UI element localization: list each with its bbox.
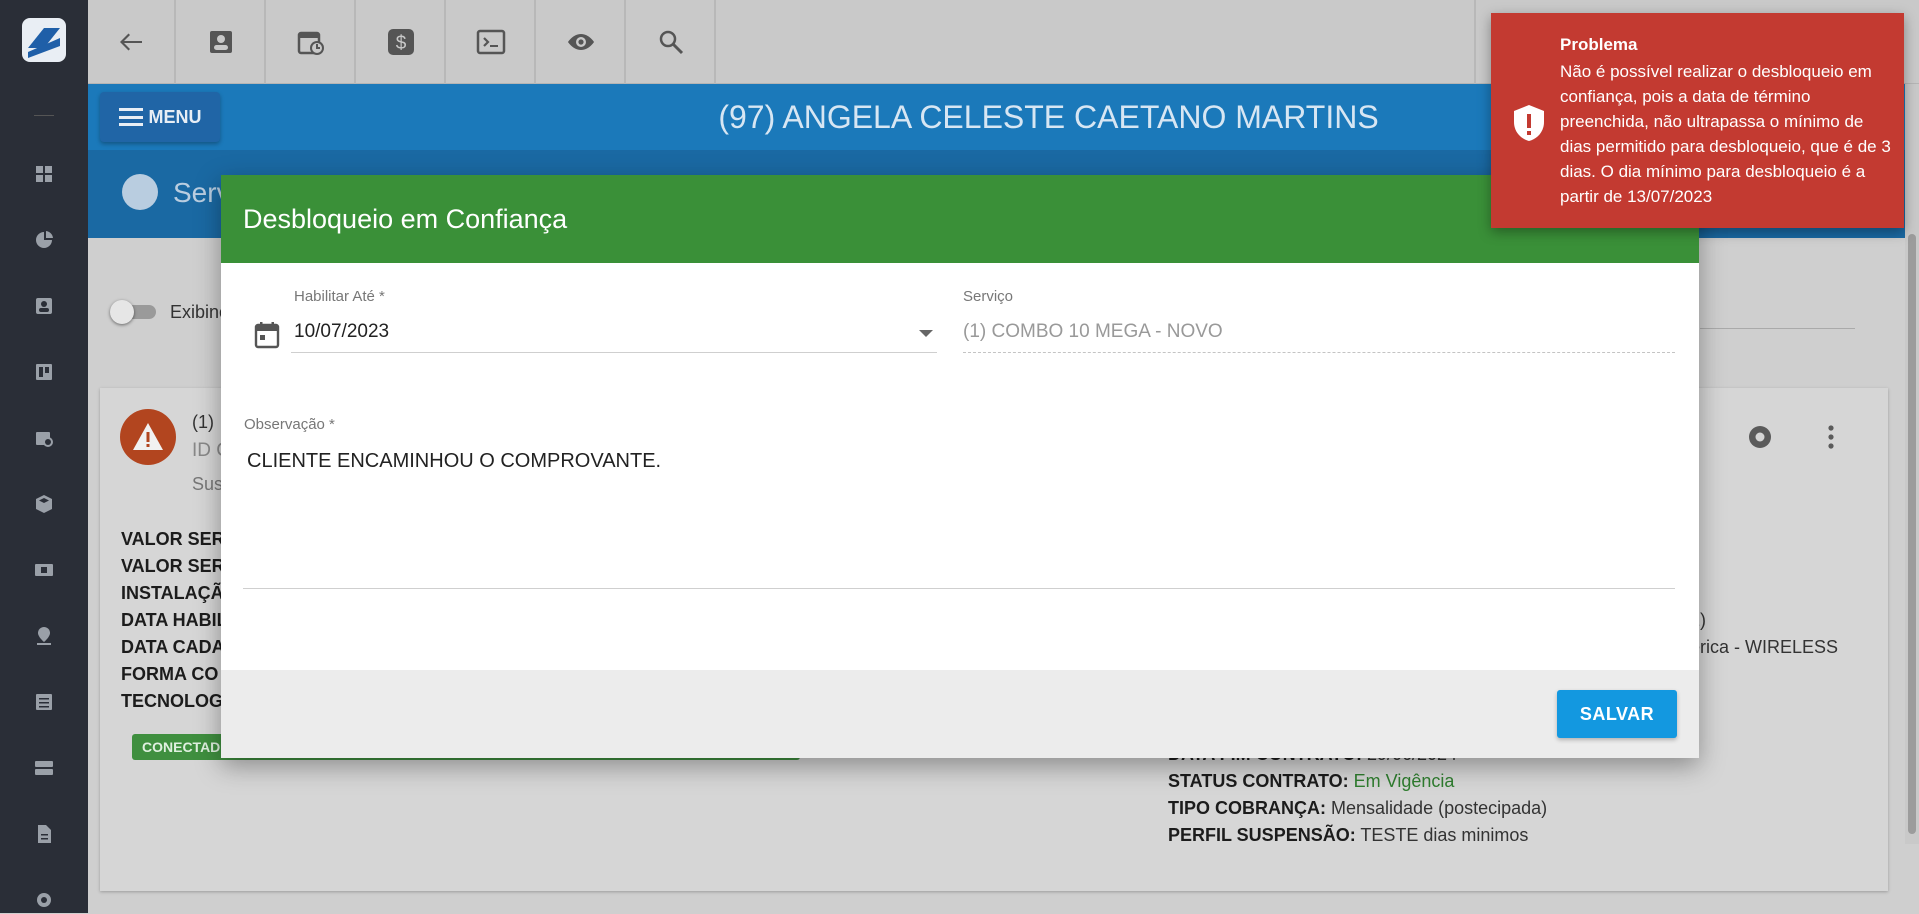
detail-label: PERFIL SUSPENSÃO:: [1168, 825, 1356, 845]
detail-label: TIPO COBRANÇA:: [1168, 798, 1326, 818]
servico-label: Serviço: [963, 288, 1014, 305]
calendar-clock-icon[interactable]: [268, 0, 356, 84]
shield-alert-icon: [1514, 105, 1544, 141]
toast-title: Problema: [1560, 35, 1638, 54]
card-label: VALOR SERV: [121, 529, 237, 549]
menu-button[interactable]: MENU: [100, 92, 220, 142]
document-icon[interactable]: [30, 820, 58, 848]
card-label: TECNOLOGI: [121, 691, 228, 711]
money-icon[interactable]: [30, 556, 58, 584]
app-logo[interactable]: [22, 18, 66, 62]
map-pin-icon[interactable]: [30, 622, 58, 650]
more-vert-icon[interactable]: [1818, 422, 1844, 452]
detail-row: PERFIL SUSPENSÃO: TESTE dias minimos: [1168, 825, 1528, 846]
unlock-dialog: Desbloqueio em Confiança Habilitar Até *…: [221, 175, 1699, 758]
detail-row: TIPO COBRANÇA: Mensalidade (postecipada): [1168, 798, 1547, 819]
servico-field: (1) COMBO 10 MEGA - NOVO: [963, 321, 1223, 342]
svg-text:$: $: [396, 33, 407, 54]
left-sidebar: [0, 0, 88, 913]
filter-toggle[interactable]: [110, 300, 158, 324]
observacao-label: Observação *: [244, 416, 335, 433]
dollar-icon[interactable]: $: [358, 0, 446, 84]
habilitar-underline: [291, 352, 937, 353]
warning-icon: [120, 409, 176, 465]
hamburger-icon: [118, 108, 143, 126]
dialog-title: Desbloqueio em Confiança: [221, 175, 1699, 263]
contact-card-icon[interactable]: [178, 0, 266, 84]
habilitar-label: Habilitar Até *: [294, 288, 385, 305]
terminal-icon[interactable]: [448, 0, 536, 84]
gear-icon[interactable]: [1745, 422, 1775, 452]
observacao-underline: [243, 588, 1675, 589]
card-label: DATA HABIL: [121, 610, 228, 630]
back-arrow-icon[interactable]: [88, 0, 176, 84]
card-line-1: (1): [192, 412, 214, 432]
contact-card-icon[interactable]: [30, 292, 58, 320]
card-label: VALOR SERV: [121, 556, 237, 576]
detail-row: STATUS CONTRATO: Em Vigência: [1168, 771, 1454, 792]
detail-value: Mensalidade (postecipada): [1331, 798, 1548, 818]
card-right-fragment: erica - WIRELESS: [1690, 637, 1839, 657]
detail-value: Em Vigência: [1353, 771, 1455, 791]
menu-label: MENU: [148, 106, 202, 127]
toggle-label: Exibinc: [170, 302, 229, 322]
card-label: INSTALAÇÃ: [121, 583, 224, 603]
search-icon[interactable]: [628, 0, 716, 84]
kanban-icon[interactable]: [30, 358, 58, 386]
error-toast[interactable]: Problema Não é possível realizar o desbl…: [1491, 13, 1904, 228]
detail-label: STATUS CONTRATO:: [1168, 771, 1349, 791]
servico-underline: [963, 352, 1675, 353]
search-underline: [1700, 328, 1855, 329]
pie-chart-icon[interactable]: [30, 226, 58, 254]
chevron-down-icon[interactable]: [919, 330, 933, 337]
page-scrollbar[interactable]: [1905, 84, 1919, 844]
dashboard-icon[interactable]: [30, 160, 58, 188]
server-icon[interactable]: [30, 754, 58, 782]
calendar-clock-icon[interactable]: [30, 424, 58, 452]
toast-message: Não é possível realizar o desbloqueio em…: [1560, 62, 1891, 206]
save-button[interactable]: SALVAR: [1557, 690, 1677, 738]
globe-icon: [122, 174, 158, 210]
list-icon[interactable]: [30, 688, 58, 716]
observacao-textarea[interactable]: CLIENTE ENCAMINHOU O COMPROVANTE.: [247, 450, 661, 473]
sidebar-divider: [34, 115, 54, 116]
eye-icon[interactable]: [538, 0, 626, 84]
settings-icon[interactable]: [30, 886, 58, 914]
dialog-footer: SALVAR: [221, 670, 1699, 758]
card-label: FORMA CO: [121, 664, 219, 684]
detail-value: TESTE dias minimos: [1360, 825, 1529, 845]
card-label: DATA CADA: [121, 637, 225, 657]
box-icon[interactable]: [30, 490, 58, 518]
calendar-icon[interactable]: [254, 321, 280, 349]
habilitar-date-input[interactable]: 10/07/2023: [294, 321, 389, 343]
card-line-3: Sus: [192, 474, 224, 494]
